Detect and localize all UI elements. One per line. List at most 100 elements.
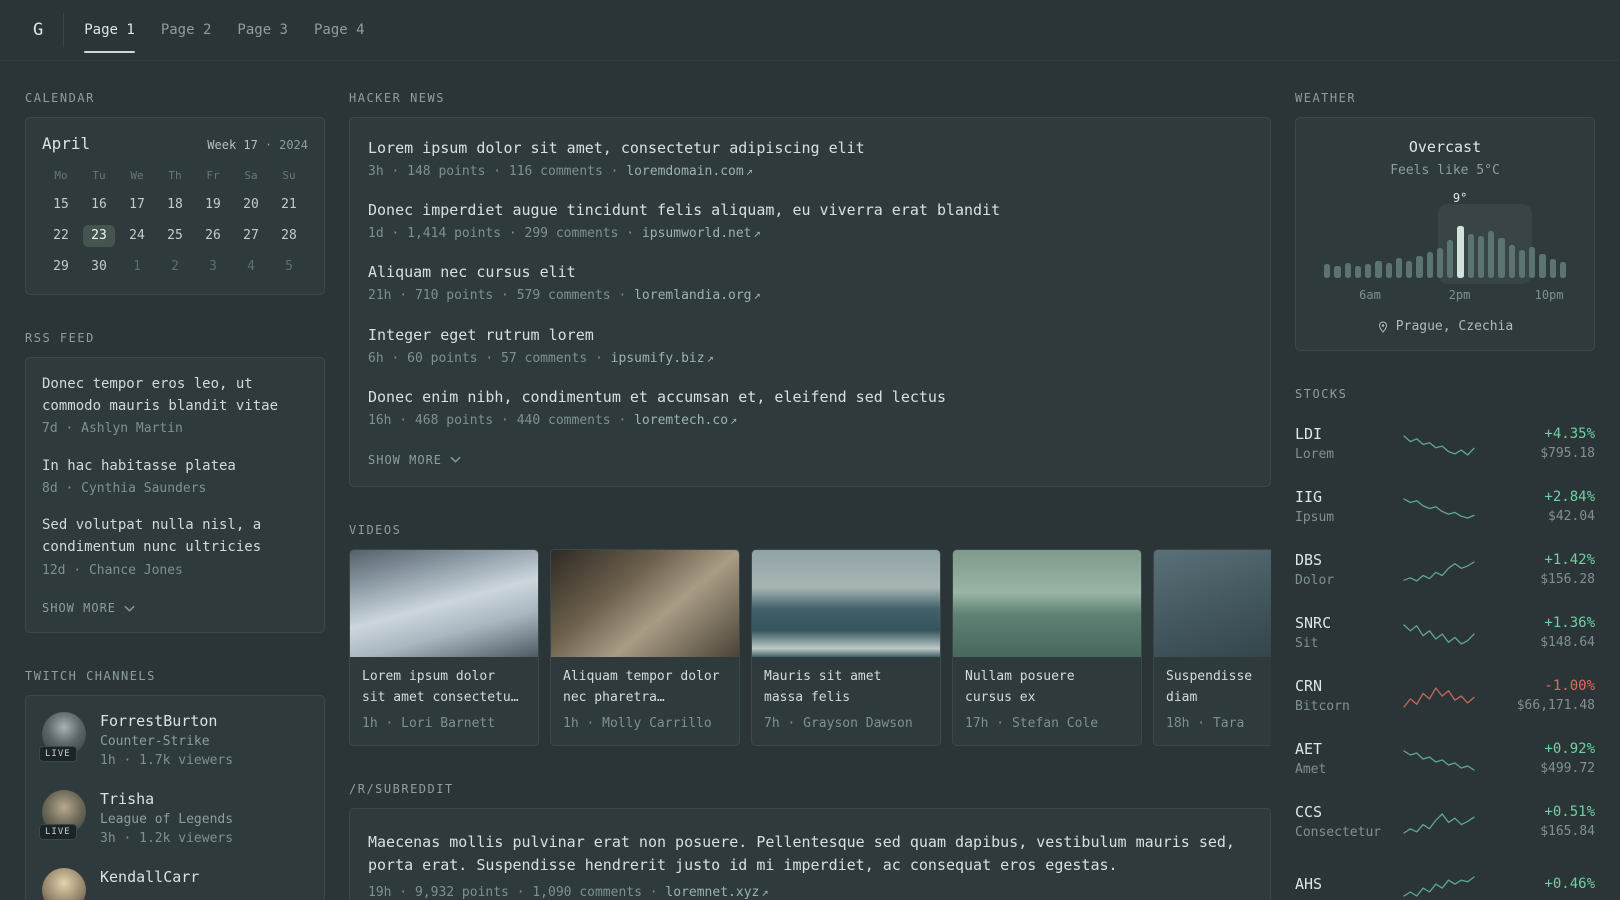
weather-location: Prague, Czechia bbox=[1312, 319, 1578, 334]
weather-condition: Overcast bbox=[1408, 138, 1482, 156]
rss-show-more-button[interactable]: SHOW MORE bbox=[42, 601, 135, 615]
hn-item-title[interactable]: Lorem ipsum dolor sit amet, consectetur … bbox=[368, 138, 1252, 159]
weather-chart: 9° bbox=[1324, 191, 1566, 284]
post-stats: 19h · 9,932 points · 1,090 comments · bbox=[368, 884, 666, 900]
stock-row[interactable]: CCS Consectetur +0.51% $165.84 bbox=[1295, 791, 1595, 854]
stock-row[interactable]: SNRC Sit +1.36% $148.64 bbox=[1295, 602, 1595, 665]
twitch-channel[interactable]: LIVE Trisha League of Legends 3h · 1.2k … bbox=[39, 790, 308, 848]
page-tab[interactable]: Page 1 bbox=[84, 18, 135, 53]
calendar-day: 24 bbox=[129, 228, 145, 243]
page-tab[interactable]: Page 3 bbox=[237, 18, 288, 42]
hn-item-title[interactable]: Donec imperdiet augue tincidunt felis al… bbox=[368, 200, 1252, 221]
external-link-icon: ↗ bbox=[761, 884, 769, 899]
video-title[interactable]: Suspendisse diam bbox=[1166, 667, 1271, 709]
nav-divider bbox=[63, 13, 65, 47]
page-tab[interactable]: Page 4 bbox=[314, 18, 365, 42]
stock-row[interactable]: DBS Dolor +1.42% $156.28 bbox=[1295, 539, 1595, 602]
weather-bar bbox=[1416, 256, 1423, 278]
video-meta: 7h · Grayson Dawson bbox=[764, 715, 913, 731]
stock-row[interactable]: LDI Lorem +4.35% $795.18 bbox=[1295, 413, 1595, 476]
stock-row[interactable]: AET Amet +0.92% $499.72 bbox=[1295, 728, 1595, 791]
channel-name[interactable]: Trisha bbox=[100, 790, 233, 808]
rss-item-title[interactable]: Sed volutpat nulla nisl, a condimentum n… bbox=[42, 515, 308, 558]
post-meta: 19h · 9,932 points · 1,090 comments · lo… bbox=[368, 884, 1252, 900]
stock-row[interactable]: CRN Bitcorn -1.00% $66,171.48 bbox=[1295, 665, 1595, 728]
calendar-day: 16 bbox=[91, 197, 107, 212]
weather-bar bbox=[1365, 264, 1372, 278]
weather-bar bbox=[1436, 248, 1443, 278]
channel-game[interactable]: Counter-Strike bbox=[100, 734, 233, 749]
stock-change: +2.84% bbox=[1544, 488, 1595, 505]
stock-name: Consectetur bbox=[1295, 824, 1382, 840]
weather-bar bbox=[1354, 266, 1361, 278]
weather-time-label: 10pm bbox=[1534, 288, 1564, 302]
weather-bar bbox=[1539, 254, 1546, 278]
page-tab[interactable]: Page 2 bbox=[161, 18, 212, 42]
video-card-body: Suspendisse diam 18h · Tara bbox=[1154, 657, 1271, 745]
hn-item: Lorem ipsum dolor sit amet, consectetur … bbox=[368, 138, 1252, 181]
stock-name: Sit bbox=[1295, 635, 1319, 651]
video-title[interactable]: Lorem ipsum dolor sit amet consectetu… bbox=[362, 667, 526, 709]
video-thumbnail[interactable] bbox=[350, 549, 538, 657]
weather-time-label: 6am bbox=[1359, 288, 1381, 302]
hn-item-title[interactable]: Integer eget rutrum lorem bbox=[368, 325, 1252, 346]
weather-bar bbox=[1406, 261, 1413, 278]
avatar: LIVE bbox=[39, 712, 86, 762]
chevron-down-icon bbox=[450, 457, 461, 464]
hn-item-title[interactable]: Aliquam nec cursus elit bbox=[368, 262, 1252, 283]
hn-item-title[interactable]: Donec enim nibh, condimentum et accumsan… bbox=[368, 387, 1252, 408]
video-card[interactable]: Suspendisse diam 18h · Tara bbox=[1153, 548, 1271, 747]
video-title[interactable]: Nullam posuere cursus ex bbox=[965, 667, 1129, 709]
weather-bar bbox=[1447, 240, 1454, 278]
video-card[interactable]: Lorem ipsum dolor sit amet consectetu… 1… bbox=[349, 548, 539, 747]
twitch-channel[interactable]: LIVE KendallCarr bbox=[42, 868, 308, 900]
stock-symbol: IIG bbox=[1295, 487, 1323, 506]
calendar-day: 29 bbox=[53, 259, 69, 274]
stock-id: LDI Lorem bbox=[1295, 425, 1395, 464]
hn-item-domain[interactable]: ipsumworld.net bbox=[642, 225, 752, 243]
video-title[interactable]: Mauris sit amet massa felis bbox=[764, 667, 928, 709]
channel-game[interactable]: League of Legends bbox=[100, 812, 233, 827]
hn-item-stats: 21h · 710 points · 579 comments · bbox=[368, 288, 635, 304]
rss-item-title[interactable]: Donec tempor eros leo, ut commodo mauris… bbox=[42, 374, 308, 417]
stock-id: SNRC Sit bbox=[1295, 614, 1395, 653]
calendar-day-name: Su bbox=[282, 169, 296, 182]
post-domain[interactable]: loremnet.xyz bbox=[665, 884, 759, 900]
stock-symbol: AET bbox=[1295, 739, 1323, 758]
rss-item: Sed volutpat nulla nisl, a condimentum n… bbox=[42, 515, 308, 580]
hacker-news-widget-header: HACKER NEWS bbox=[349, 91, 445, 105]
hn-item-domain[interactable]: loremdomain.com bbox=[626, 163, 743, 181]
video-thumbnail[interactable] bbox=[1154, 549, 1271, 657]
hn-item-meta: 3h · 148 points · 116 comments · loremdo… bbox=[368, 163, 1252, 181]
post-title[interactable]: Maecenas mollis pulvinar erat non posuer… bbox=[368, 831, 1252, 878]
hn-show-more-button[interactable]: SHOW MORE bbox=[368, 453, 461, 467]
calendar-widget-header: CALENDAR bbox=[25, 91, 95, 105]
app-logo[interactable]: G bbox=[25, 20, 51, 40]
twitch-channel[interactable]: LIVE ForrestBurton Counter-Strike 1h · 1… bbox=[39, 712, 308, 770]
video-title[interactable]: Aliquam tempor dolor nec pharetra… bbox=[563, 667, 727, 709]
channel-name[interactable]: ForrestBurton bbox=[100, 712, 233, 730]
video-card[interactable]: Mauris sit amet massa felis 7h · Grayson… bbox=[751, 548, 941, 747]
video-thumbnail[interactable] bbox=[752, 549, 940, 657]
twitch-channel-list: LIVE ForrestBurton Counter-Strike 1h · 1… bbox=[39, 712, 308, 900]
video-card[interactable]: Nullam posuere cursus ex 17h · Stefan Co… bbox=[952, 548, 1142, 747]
calendar-day: 28 bbox=[281, 228, 297, 243]
chevron-down-icon bbox=[124, 605, 135, 612]
video-thumbnail[interactable] bbox=[551, 549, 739, 657]
rss-widget-header: RSS FEED bbox=[25, 331, 95, 345]
rss-item-title[interactable]: In hac habitasse platea bbox=[42, 456, 308, 478]
hn-item-domain[interactable]: ipsumify.biz bbox=[611, 350, 705, 368]
channel-info: Trisha League of Legends 3h · 1.2k viewe… bbox=[100, 790, 233, 848]
stock-row[interactable]: IIG Ipsum +2.84% $42.04 bbox=[1295, 476, 1595, 539]
hn-item-meta: 21h · 710 points · 579 comments · loreml… bbox=[368, 287, 1252, 305]
video-card[interactable]: Aliquam tempor dolor nec pharetra… 1h · … bbox=[550, 548, 740, 747]
hn-item-domain[interactable]: loremlandia.org bbox=[634, 287, 751, 305]
stock-change: +4.35% bbox=[1544, 425, 1595, 442]
video-thumbnail[interactable] bbox=[953, 549, 1141, 657]
stock-row[interactable]: AHS +0.46% bbox=[1295, 854, 1595, 900]
stock-symbol: CRN bbox=[1295, 676, 1323, 695]
channel-name[interactable]: KendallCarr bbox=[100, 868, 199, 886]
stock-id: CCS Consectetur bbox=[1295, 803, 1395, 842]
hn-item-domain[interactable]: loremtech.co bbox=[634, 412, 728, 430]
stocks-widget: STOCKS LDI Lorem +4.35% $795.18 IIG Ipsu… bbox=[1295, 387, 1595, 900]
